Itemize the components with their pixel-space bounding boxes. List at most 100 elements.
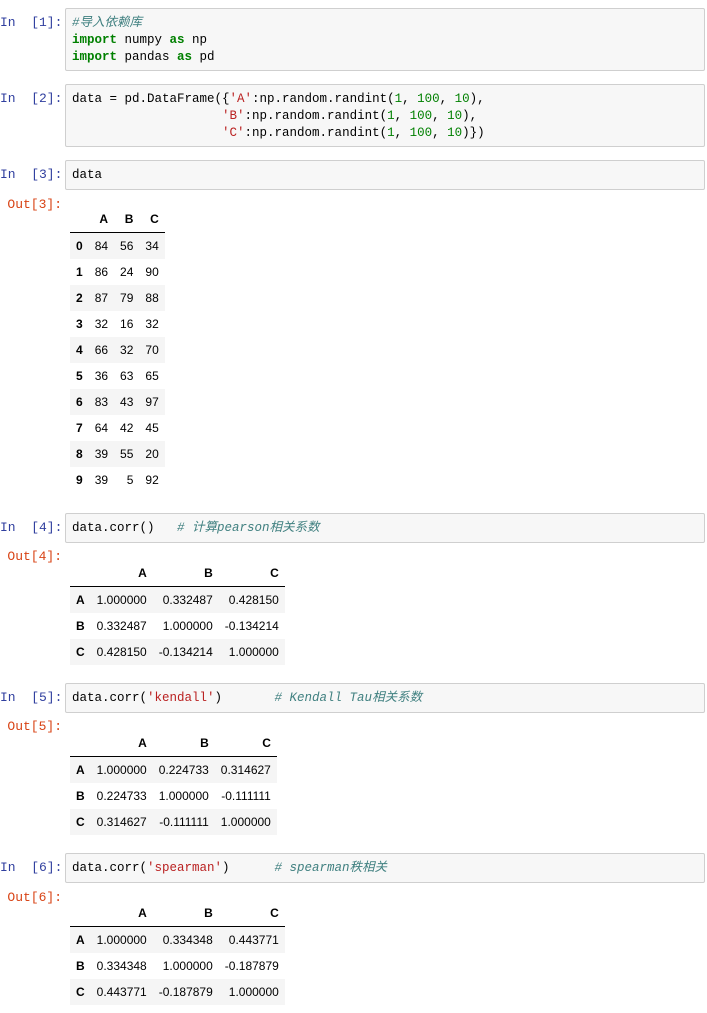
code-cell-3[interactable]: data	[65, 160, 705, 190]
code-editor-1[interactable]: #导入依赖库 import numpy as np import pandas as…	[72, 15, 698, 66]
output-table-3: A B C 0 84 56 34 1 86 24 90 2 87 79 88 3 32 16 32 4 66 32 70 5 3…	[70, 206, 165, 493]
table-cell: 0.428150	[228, 593, 279, 607]
column-header: A	[90, 900, 153, 927]
table-cell: 70	[145, 343, 159, 357]
code-cell-2[interactable]: data = pd.DataFrame({'A':np.random.randi…	[65, 84, 705, 147]
code-editor-3[interactable]: data	[72, 167, 698, 184]
code-token: :np.random.randint(	[244, 126, 388, 140]
code-line: import numpy as np	[72, 32, 698, 49]
row-index: 0	[76, 239, 83, 253]
code-token: # 计算pearson相关系数	[177, 521, 320, 535]
code-token: ),	[462, 109, 478, 123]
code-token: numpy	[117, 33, 170, 47]
table-cell: 45	[145, 421, 159, 435]
code-editor-6[interactable]: data.corr('spearman') # spearman秩相关	[72, 860, 698, 877]
column-header	[70, 730, 91, 757]
code-line: data	[72, 167, 698, 184]
row-index: 5	[76, 369, 83, 383]
table-row: 4 66 32 70	[70, 337, 165, 363]
output-prompt-3: Out[3]:	[7, 197, 62, 212]
table-cell: 36	[94, 369, 109, 383]
table-row: 5 36 63 65	[70, 363, 165, 389]
code-token: ),	[469, 92, 485, 106]
output-prompt-4: Out[4]:	[7, 549, 62, 564]
code-cell-4[interactable]: data.corr() # 计算pearson相关系数	[65, 513, 705, 543]
table-cell: 24	[120, 265, 134, 279]
table-cell: 65	[145, 369, 159, 383]
table-cell: 5	[126, 473, 134, 487]
code-token: pd	[192, 50, 215, 64]
row-index: 4	[76, 343, 83, 357]
code-line: data.corr('spearman') # spearman秩相关	[72, 860, 698, 877]
table-cell: 39	[94, 473, 109, 487]
table-cell: -0.111111	[221, 789, 271, 803]
code-token: ,	[394, 126, 410, 140]
table-cell: -0.134214	[158, 645, 213, 659]
code-line: 'B':np.random.randint(1, 100, 10),	[72, 108, 698, 125]
code-line: data.corr('kendall') # Kendall Tau相关系数	[72, 690, 698, 707]
table-row: C 0.443771 -0.187879 1.000000	[70, 979, 285, 1005]
code-token: as	[169, 33, 185, 47]
output-table-6: A B C A 1.000000 0.334348 0.443771 B 0.334348 1.0…	[70, 900, 285, 1005]
table-cell: -0.111111	[159, 815, 209, 829]
code-line: import pandas as pd	[72, 49, 698, 66]
code-token: 'C'	[222, 126, 245, 140]
table-cell: 0.224733	[158, 763, 209, 777]
table-cell: 0.428150	[96, 645, 147, 659]
table-cell: -0.187879	[224, 959, 279, 973]
code-editor-5[interactable]: data.corr('kendall') # Kendall Tau相关系数	[72, 690, 698, 707]
table-cell: 66	[94, 343, 109, 357]
column-header: C	[218, 900, 285, 927]
table-header-row: ABC	[70, 900, 285, 927]
table-cell: -0.187879	[158, 985, 213, 999]
code-token: 100	[409, 126, 433, 140]
code-token: ,	[432, 126, 448, 140]
code-token: 10	[447, 126, 463, 140]
table-row: A 1.000000 0.334348 0.443771	[70, 926, 285, 953]
row-index: C	[76, 985, 85, 999]
code-token: :np.random.randint(	[252, 92, 395, 106]
table-row: 7 64 42 45	[70, 415, 165, 441]
code-line: data.corr() # 计算pearson相关系数	[72, 520, 698, 537]
table-header-row: ABC	[70, 730, 277, 757]
row-index: 2	[76, 291, 83, 305]
row-index: B	[76, 619, 85, 633]
code-cell-6[interactable]: data.corr('spearman') # spearman秩相关	[65, 853, 705, 883]
code-token: 'B'	[222, 109, 245, 123]
row-index: B	[76, 789, 85, 803]
table-cell: 86	[94, 265, 109, 279]
row-index: B	[76, 959, 85, 973]
row-index: C	[76, 815, 85, 829]
column-header	[70, 206, 89, 233]
table-cell: 1.000000	[96, 933, 147, 947]
input-prompt-2: In [2]:	[0, 91, 63, 106]
table-cell: 92	[145, 473, 159, 487]
code-token: as	[177, 50, 193, 64]
table-row: B 0.332487 1.000000 -0.134214	[70, 613, 285, 639]
code-cell-1[interactable]: #导入依赖库 import numpy as np import pandas as…	[65, 8, 705, 71]
input-prompt-3: In [3]:	[0, 167, 63, 182]
table-cell: 1.000000	[162, 959, 213, 973]
table-row: B 0.334348 1.000000 -0.187879	[70, 953, 285, 979]
code-cell-5[interactable]: data.corr('kendall') # Kendall Tau相关系数	[65, 683, 705, 713]
code-line: #导入依赖库	[72, 15, 698, 32]
code-editor-4[interactable]: data.corr() # 计算pearson相关系数	[72, 520, 698, 537]
code-token: 1	[394, 92, 403, 106]
table-row: B 0.224733 1.000000 -0.111111	[70, 783, 277, 809]
column-header: B	[152, 730, 215, 757]
row-index: 3	[76, 317, 83, 331]
table-row: 1 86 24 90	[70, 259, 165, 285]
code-token: #导入依赖库	[72, 16, 143, 30]
table-row: C 0.428150 -0.134214 1.000000	[70, 639, 285, 665]
column-header: B	[152, 560, 219, 587]
column-header: B	[152, 900, 219, 927]
table-row: A 1.000000 0.224733 0.314627	[70, 756, 277, 783]
code-editor-2[interactable]: data = pd.DataFrame({'A':np.random.randi…	[72, 91, 698, 142]
table-cell: 43	[120, 395, 134, 409]
code-token: # Kendall Tau相关系数	[274, 691, 423, 705]
column-header: C	[218, 560, 285, 587]
code-token: # spearman秩相关	[274, 861, 388, 875]
code-token: 100	[409, 109, 433, 123]
table-cell: 1.000000	[228, 985, 279, 999]
